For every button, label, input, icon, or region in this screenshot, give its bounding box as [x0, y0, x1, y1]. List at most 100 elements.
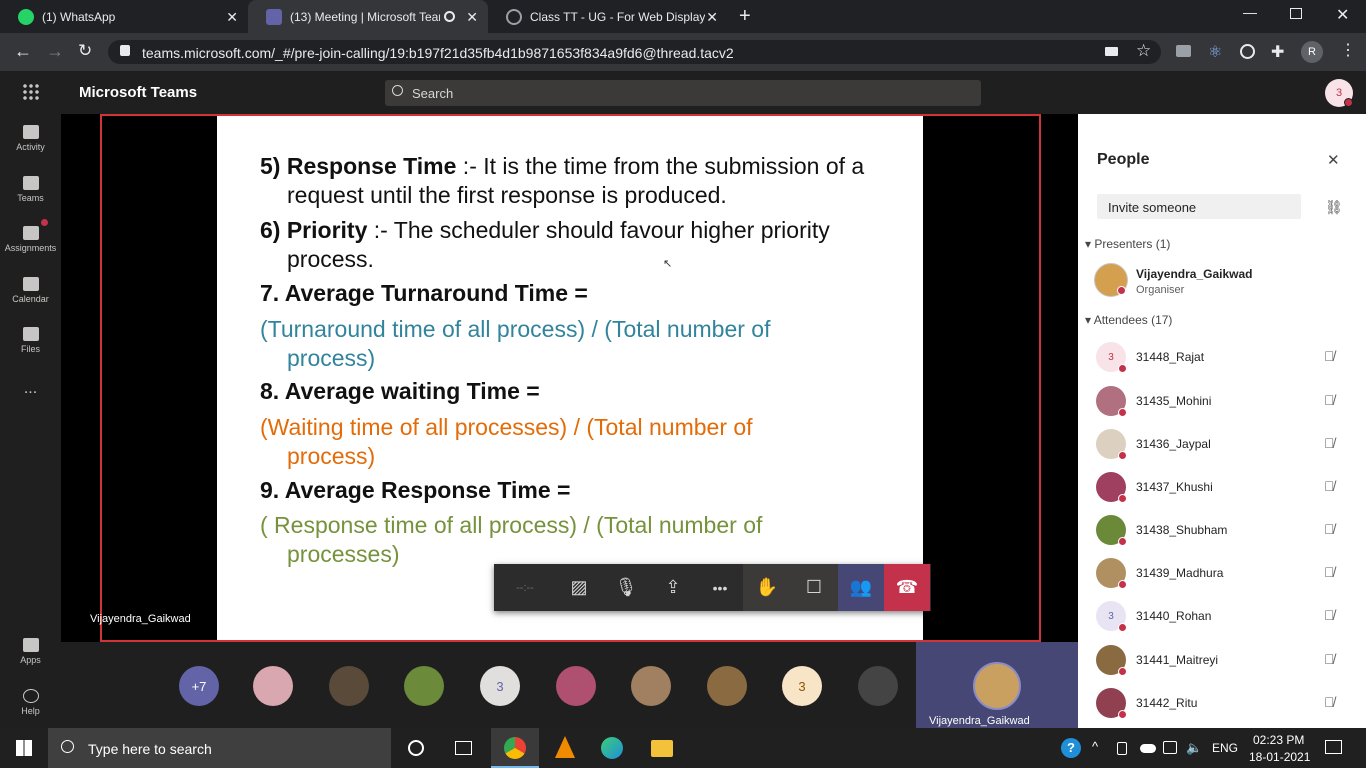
rail-label: Assignments — [4, 243, 57, 253]
self-name: Vijayendra_Gaikwad — [929, 715, 1030, 727]
onedrive-icon[interactable] — [1140, 744, 1156, 753]
attendee-row[interactable]: 31439_Madhura 🎙̸ — [1096, 558, 1366, 589]
call-timer: --:-- — [516, 581, 534, 594]
camera-blocked-icon[interactable] — [1105, 47, 1118, 56]
windows-start-icon[interactable] — [16, 740, 32, 756]
participant-avatar[interactable]: 3 — [480, 666, 520, 706]
search-icon — [61, 740, 74, 753]
vlc-icon[interactable] — [555, 736, 575, 758]
attendee-row[interactable]: 31438_Shubham 🎙̸ — [1096, 515, 1366, 546]
rail-item-apps[interactable]: Apps — [0, 638, 61, 665]
participant-avatar[interactable] — [404, 666, 444, 706]
bookmark-star-icon[interactable]: ☆ — [1136, 41, 1151, 61]
clock-date[interactable]: 18-01-2021 — [1249, 750, 1310, 764]
tab-class-pdf[interactable]: Class TT - UG - For Web Display.pdf ✕ — [488, 0, 728, 33]
close-icon[interactable]: ✕ — [466, 9, 478, 26]
attendee-row[interactable]: 31436_Jaypal 🎙̸ — [1096, 429, 1366, 460]
clock-time[interactable]: 02:23 PM — [1253, 733, 1304, 747]
mic-off-icon[interactable]: 🎙̸ — [1324, 478, 1335, 494]
active-speaker-frame — [100, 114, 1041, 642]
mic-off-icon[interactable]: 🎙̸ — [1324, 694, 1335, 710]
attendee-row[interactable]: 31435_Mohini 🎙̸ — [1096, 386, 1366, 417]
back-button[interactable]: ← — [14, 41, 32, 62]
rail-item-files[interactable]: Files — [0, 327, 61, 354]
close-panel-icon[interactable]: ✕ — [1327, 151, 1340, 169]
new-tab-button[interactable]: + — [739, 5, 751, 28]
forward-button[interactable]: → — [46, 41, 64, 62]
more-actions-button[interactable]: ••• — [697, 564, 743, 611]
camera-off-icon: ▨ — [570, 577, 588, 597]
presenter-name[interactable]: Vijayendra_Gaikwad — [1136, 267, 1253, 281]
notification-center-icon[interactable] — [1325, 740, 1342, 754]
mic-off-icon[interactable]: 🎙̸ — [1324, 607, 1335, 623]
attendees-header[interactable]: ▾ Attendees (17) — [1085, 313, 1172, 327]
mic-off-icon[interactable]: 🎙̸ — [1324, 348, 1335, 364]
attendee-name: 31440_Rohan — [1136, 609, 1212, 623]
mic-off-icon[interactable]: 🎙̸ — [1324, 521, 1335, 537]
profile-avatar[interactable]: R — [1301, 41, 1323, 63]
people-button[interactable]: 👥 — [838, 564, 884, 611]
attendee-row[interactable]: 31441_Maitreyi 🎙̸ — [1096, 645, 1366, 676]
minimize-button[interactable]: — — [1243, 4, 1257, 20]
cortana-icon[interactable] — [408, 740, 424, 756]
mic-off-icon[interactable]: 🎙̸ — [1324, 435, 1335, 451]
restore-button[interactable] — [1290, 8, 1302, 19]
language-indicator[interactable]: ENG — [1212, 741, 1238, 755]
search-icon — [392, 85, 403, 96]
participant-avatar[interactable] — [707, 666, 747, 706]
chevron-up-icon[interactable]: ^ — [1092, 739, 1098, 754]
rail-item-assignments[interactable]: Assignments — [0, 226, 61, 253]
status-dot — [1118, 667, 1127, 676]
task-view-icon[interactable] — [455, 741, 472, 755]
status-dot — [1344, 98, 1353, 107]
hang-up-button[interactable]: ☎ — [884, 564, 930, 611]
participant-avatar[interactable] — [329, 666, 369, 706]
share-button[interactable]: ⇪ — [650, 564, 696, 611]
camera-off-button[interactable]: ▨ — [556, 564, 602, 611]
chat-button[interactable]: ☐ — [791, 564, 837, 611]
chrome-menu-icon[interactable]: ⋮ — [1340, 40, 1356, 60]
close-window-button[interactable]: ✕ — [1336, 5, 1349, 25]
screenshot-extension-icon[interactable] — [1176, 45, 1191, 57]
attendee-row[interactable]: 31437_Khushi 🎙̸ — [1096, 472, 1366, 503]
rail-more-button[interactable]: ... — [0, 380, 61, 398]
people-icon: 👥 — [849, 577, 873, 597]
rail-item-calendar[interactable]: Calendar — [0, 277, 61, 304]
mic-off-icon[interactable]: 🎙̸ — [1324, 392, 1335, 408]
puzzle-icon[interactable]: ✚ — [1271, 42, 1284, 62]
link-icon[interactable]: ⛓ — [1325, 199, 1343, 216]
battery-icon[interactable] — [1163, 741, 1177, 754]
overflow-participants[interactable]: +7 — [179, 666, 219, 706]
tab-teams-meeting[interactable]: (13) Meeting | Microsoft Teams ✕ — [248, 0, 488, 33]
help-icon[interactable]: ? — [1061, 738, 1081, 758]
volume-icon[interactable]: 🔈 — [1186, 740, 1202, 756]
attendee-row[interactable]: 31442_Ritu 🎙̸ — [1096, 688, 1366, 719]
attendee-row[interactable]: 3 31448_Rajat 🎙̸ — [1096, 342, 1366, 373]
participant-avatar[interactable] — [858, 666, 898, 706]
raise-hand-button[interactable]: ✋ — [744, 564, 790, 611]
participant-avatar[interactable]: 3 — [782, 666, 822, 706]
tab-whatsapp[interactable]: (1) WhatsApp ✕ — [0, 0, 248, 33]
react-devtools-icon[interactable]: ⚛ — [1208, 42, 1222, 62]
rail-item-teams[interactable]: Teams — [0, 176, 61, 203]
rail-item-activity[interactable]: Activity — [0, 125, 61, 152]
close-icon[interactable]: ✕ — [706, 9, 718, 26]
attendee-row[interactable]: 3 31440_Rohan 🎙̸ — [1096, 601, 1366, 632]
search-input[interactable] — [385, 80, 981, 106]
device-icon[interactable] — [1117, 742, 1127, 755]
status-dot — [1117, 286, 1126, 295]
mic-off-icon[interactable]: 🎙̸ — [1324, 564, 1335, 580]
participant-avatar[interactable] — [631, 666, 671, 706]
participant-avatar[interactable] — [556, 666, 596, 706]
rail-item-help[interactable]: Help — [0, 689, 61, 716]
edge-icon[interactable] — [601, 737, 623, 759]
presenters-header[interactable]: ▾ Presenters (1) — [1085, 237, 1170, 251]
close-icon[interactable]: ✕ — [226, 9, 238, 26]
participant-avatar[interactable] — [253, 666, 293, 706]
reload-button[interactable]: ↻ — [78, 41, 92, 61]
mic-off-button[interactable]: 🎙 — [603, 564, 649, 611]
extension-circle-icon[interactable] — [1240, 44, 1255, 59]
app-launcher-icon[interactable] — [22, 83, 39, 100]
file-explorer-icon[interactable] — [651, 740, 673, 757]
mic-off-icon[interactable]: 🎙̸ — [1324, 651, 1335, 667]
